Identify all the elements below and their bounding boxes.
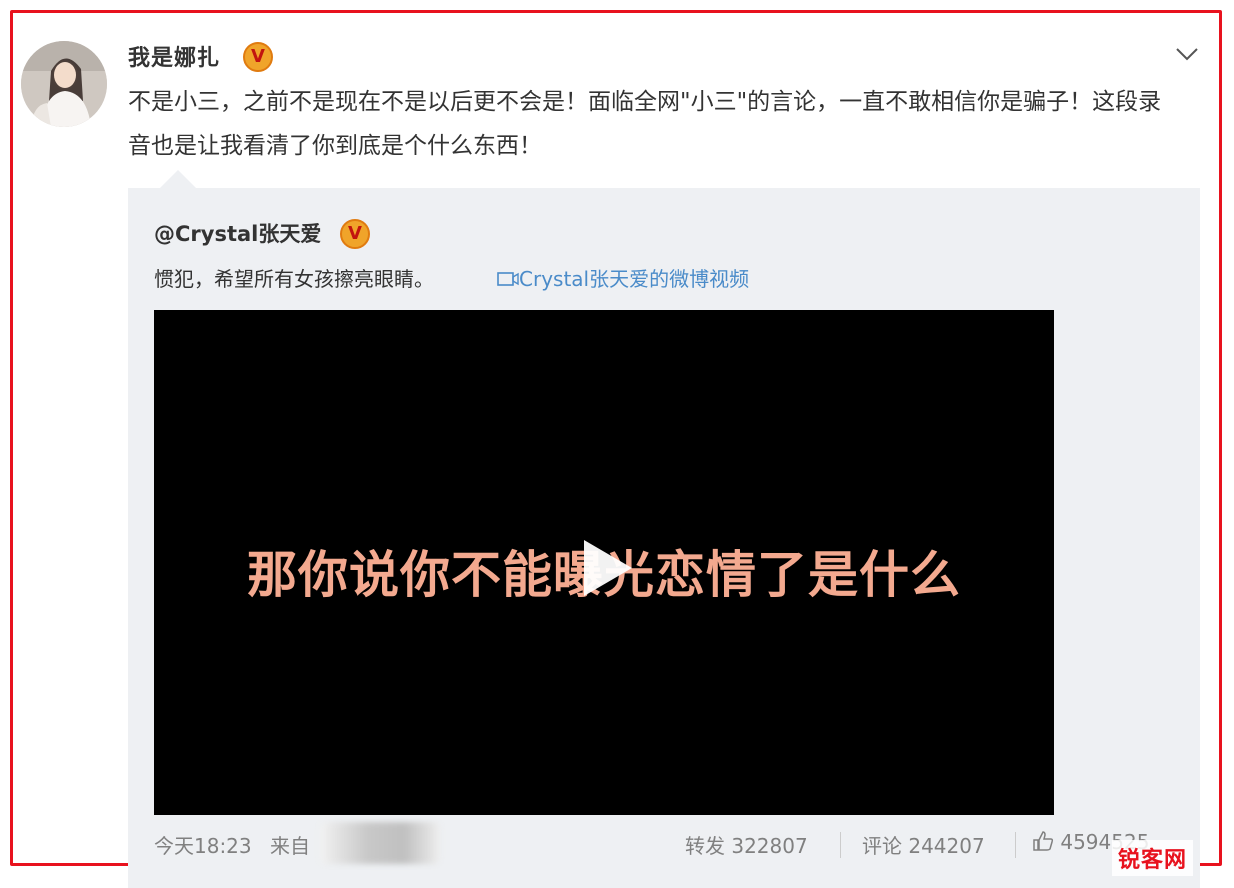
quoted-username[interactable]: @Crystal张天爱 [154,218,321,248]
comment-button[interactable]: 评论 244207 [862,830,985,859]
post-username[interactable]: 我是娜扎 [128,40,220,72]
repost-count: 322807 [731,834,808,858]
avatar[interactable] [21,41,107,127]
comment-label: 评论 [862,834,902,858]
repost-label: 转发 [685,834,725,858]
repost-button[interactable]: 转发 322807 [685,830,808,859]
quoted-text: 惯犯，希望所有女孩擦亮眼睛。 [154,267,434,291]
quoted-username-text[interactable]: @Crystal张天爱 [154,222,321,246]
quote-arrow [160,170,196,188]
comment-count: 244207 [908,834,985,858]
video-link-label[interactable]: Crystal张天爱的微博视频 [519,267,749,291]
like-icon [1033,831,1054,851]
divider [840,832,841,858]
play-icon[interactable] [580,538,634,598]
post-text: 不是小三，之前不是现在不是以后更不会是！面临全网"小三"的言论，一直不敢相信你是… [128,89,1162,159]
chevron-down-icon[interactable] [1174,44,1200,64]
video-link[interactable]: Crystal张天爱的微博视频 [497,263,749,292]
post-time: 今天18:23 [154,834,252,858]
divider [1015,832,1016,858]
source-redacted [320,822,440,864]
verified-badge-icon: V [243,42,273,72]
verified-badge-icon: V [340,219,370,249]
watermark: 锐客网 [1112,840,1194,876]
source-label: 来自 [270,834,310,858]
video-link-icon [497,272,519,286]
video-player[interactable]: 那你说你不能曝光恋情了是什么 [154,310,1054,815]
